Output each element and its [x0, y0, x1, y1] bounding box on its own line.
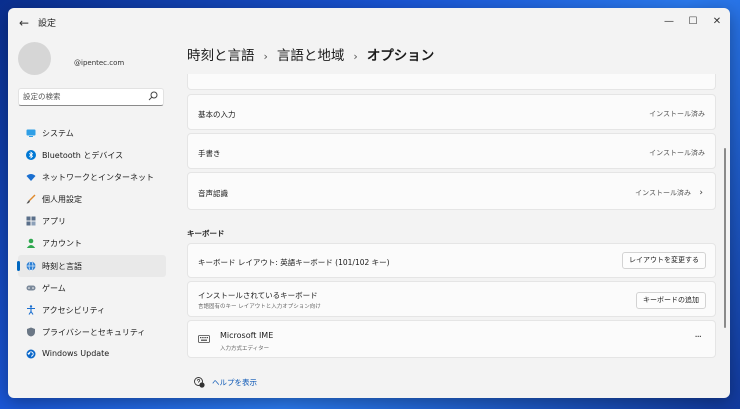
app-title: 設定: [38, 19, 57, 29]
person-icon: [26, 239, 36, 249]
change-layout-button[interactable]: レイアウトを変更する: [622, 252, 706, 269]
update-icon: [26, 349, 36, 359]
feature-status: インストール済み: [635, 189, 691, 197]
avatar[interactable]: [18, 42, 51, 75]
sidebar-item-label: システム: [42, 129, 74, 138]
scrollbar[interactable]: [724, 148, 726, 328]
bluetooth-icon: [26, 150, 36, 161]
settings-window: ← 設定 — ☐ ✕ @ipentec.com システム Bluetooth と…: [8, 8, 730, 398]
sidebar-item-label: ゲーム: [42, 283, 66, 293]
feature-row-basic-input[interactable]: 基本の入力 インストール済み: [187, 94, 716, 130]
feature-label: 手書き: [198, 149, 221, 158]
shield-icon: [27, 327, 35, 337]
sidebar-item-privacy[interactable]: プライバシーとセキュリティ: [18, 321, 166, 343]
search-input[interactable]: [23, 91, 141, 102]
sidebar-item-apps[interactable]: アプリ: [18, 210, 166, 232]
sidebar-item-network[interactable]: ネットワークとインターネット: [18, 166, 166, 188]
keyboard-layout-row: キーボード レイアウト: 英語キーボード (101/102 キー) レイアウトを…: [187, 243, 716, 278]
sidebar-item-label: ネットワークとインターネット: [42, 173, 154, 183]
feature-label: 音声認識: [198, 189, 228, 198]
wifi-icon: [26, 174, 36, 182]
installed-keyboards-row: インストールされているキーボード 言語固有のキー レイアウトと入力オプション向け…: [187, 281, 716, 317]
breadcrumb: 時刻と言語 › 言語と地域 › オプション: [187, 44, 434, 64]
globe-clock-icon: [26, 260, 36, 271]
help-icon: [194, 377, 205, 388]
sidebar-item-time-language[interactable]: 時刻と言語: [17, 254, 166, 277]
sidebar-item-windows-update[interactable]: Windows Update: [18, 343, 166, 365]
sidebar-item-label: アプリ: [42, 217, 66, 227]
feature-row-handwriting[interactable]: 手書き インストール済み: [187, 133, 716, 169]
gamepad-icon: [26, 285, 36, 291]
feature-row-partial: [187, 74, 716, 90]
keyboard-icon: [198, 335, 210, 343]
close-button[interactable]: ✕: [706, 12, 728, 32]
brush-icon: [26, 194, 36, 204]
sidebar-item-personalization[interactable]: 個人用設定: [18, 188, 166, 210]
sidebar-item-bluetooth[interactable]: Bluetooth とデバイス: [18, 144, 166, 166]
back-button[interactable]: ←: [16, 15, 32, 31]
feature-status: インストール済み: [649, 149, 705, 157]
sidebar-item-gaming[interactable]: ゲーム: [18, 277, 166, 299]
apps-icon: [26, 216, 36, 226]
feature-row-speech[interactable]: 音声認識 インストール済み ›: [187, 172, 716, 210]
sidebar-item-label: アカウント: [42, 239, 82, 249]
title-bar: ← 設定 — ☐ ✕: [8, 8, 730, 38]
installed-keyboards-sub: 言語固有のキー レイアウトと入力オプション向け: [198, 304, 321, 310]
sidebar-item-accessibility[interactable]: アクセシビリティ: [18, 299, 166, 321]
breadcrumb-language-region[interactable]: 言語と地域: [277, 48, 345, 64]
user-email: @ipentec.com: [74, 59, 125, 67]
breadcrumb-separator-icon: ›: [353, 50, 358, 63]
accessibility-icon: [27, 305, 35, 315]
sidebar: @ipentec.com システム Bluetooth とデバイス ネットワーク…: [8, 38, 180, 398]
page-title: オプション: [366, 48, 435, 64]
sidebar-item-accounts[interactable]: アカウント: [18, 232, 166, 254]
installed-keyboards-label: インストールされているキーボード: [198, 291, 318, 300]
feature-status: インストール済み: [649, 110, 705, 118]
breadcrumb-time-language[interactable]: 時刻と言語: [187, 48, 255, 64]
sidebar-item-label: アクセシビリティ: [42, 305, 106, 315]
nav-list: システム Bluetooth とデバイス ネットワークとインターネット 個人用設…: [17, 122, 166, 365]
add-keyboard-button[interactable]: キーボードの追加: [636, 292, 706, 309]
sidebar-item-label: 個人用設定: [42, 195, 82, 205]
feature-label: 基本の入力: [198, 110, 236, 119]
main-content: 時刻と言語 › 言語と地域 › オプション 基本の入力 インストール済み 手書き インス…: [180, 38, 730, 398]
search-box[interactable]: [18, 88, 164, 106]
help-link[interactable]: ヘルプを表示: [212, 377, 257, 388]
chevron-right-icon: ›: [699, 188, 703, 198]
ime-sub: 入力方式エディター: [220, 346, 270, 352]
breadcrumb-separator-icon: ›: [263, 50, 268, 63]
sidebar-item-label: Bluetooth とデバイス: [42, 151, 124, 161]
sidebar-item-label: 時刻と言語: [42, 261, 82, 271]
monitor-icon: [26, 129, 36, 137]
maximize-button[interactable]: ☐: [682, 12, 704, 32]
ime-name: Microsoft IME: [220, 331, 274, 340]
sidebar-item-label: Windows Update: [42, 348, 110, 358]
keyboard-layout-label: キーボード レイアウト: 英語キーボード (101/102 キー): [198, 258, 390, 267]
search-icon[interactable]: [148, 91, 158, 101]
sidebar-item-system[interactable]: システム: [18, 122, 166, 144]
minimize-button[interactable]: —: [658, 12, 680, 32]
more-options-icon[interactable]: ···: [694, 332, 701, 343]
keyboard-section-title: キーボード: [187, 229, 225, 238]
sidebar-item-label: プライバシーとセキュリティ: [42, 327, 146, 337]
ime-row[interactable]: Microsoft IME 入力方式エディター ···: [187, 320, 716, 358]
